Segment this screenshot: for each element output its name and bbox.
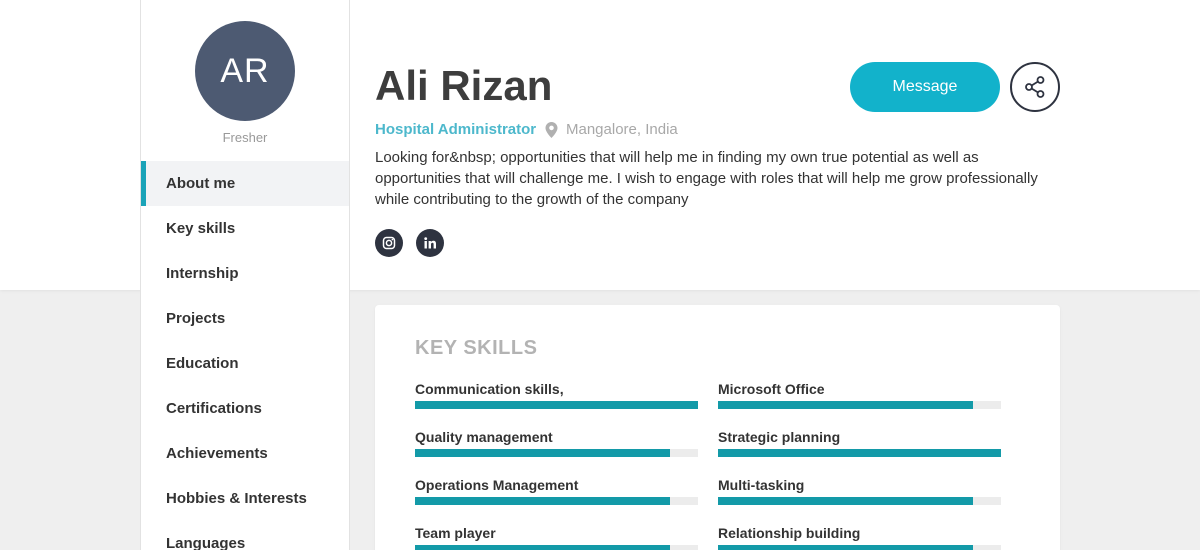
skill-bar-track	[718, 497, 1001, 505]
social-links	[375, 229, 444, 257]
sidebar: AR Fresher About me Key skills Internshi…	[140, 0, 350, 550]
profile-name: Ali Rizan	[375, 62, 553, 109]
share-icon	[1025, 76, 1045, 98]
skill-label: Team player	[415, 525, 496, 541]
skill-bar-fill	[718, 449, 1001, 457]
profile-location: Mangalore, India	[545, 121, 678, 138]
skill-bar-fill	[415, 497, 670, 505]
skill-bar-fill	[718, 545, 973, 550]
skill-label: Relationship building	[718, 525, 861, 541]
skill-bar-fill	[415, 401, 698, 409]
location-text: Mangalore, India	[566, 121, 678, 138]
skill-bar-track	[718, 401, 1001, 409]
map-pin-icon	[545, 121, 558, 138]
skill-item: Strategic planning	[718, 428, 1001, 457]
skill-item: Multi-tasking	[718, 476, 1001, 505]
skill-bar-track	[718, 449, 1001, 457]
skill-item: Communication skills,	[415, 380, 698, 409]
sidebar-item-about-me[interactable]: About me	[141, 161, 349, 206]
share-button[interactable]	[1010, 62, 1060, 112]
skill-item: Operations Management	[415, 476, 698, 505]
key-skills-title: KEY SKILLS	[415, 337, 538, 359]
skill-item: Relationship building	[718, 524, 1001, 550]
skill-item: Quality management	[415, 428, 698, 457]
sidebar-item-education[interactable]: Education	[141, 341, 349, 386]
skill-bar-fill	[415, 545, 670, 550]
skill-item: Team player	[415, 524, 698, 550]
skill-bar-track	[415, 401, 698, 409]
skill-label: Quality management	[415, 429, 553, 445]
skill-label: Strategic planning	[718, 429, 841, 445]
skill-label: Multi-tasking	[718, 477, 805, 493]
skill-bar-track	[718, 545, 1001, 550]
linkedin-icon[interactable]	[416, 229, 444, 257]
skill-bar-fill	[415, 449, 670, 457]
sidebar-item-hobbies[interactable]: Hobbies & Interests	[141, 476, 349, 521]
skill-bar-track	[415, 449, 698, 457]
skill-item: Microsoft Office	[718, 380, 1001, 409]
skill-bar-fill	[718, 401, 973, 409]
skill-label: Operations Management	[415, 477, 579, 493]
skill-bar-fill	[718, 497, 973, 505]
key-skills-card: KEY SKILLS Communication skills, Microsof…	[375, 305, 1060, 550]
sidebar-item-languages[interactable]: Languages	[141, 521, 349, 550]
profile-bio: Looking for&nbsp; opportunities that wil…	[375, 149, 1038, 208]
sidebar-item-internship[interactable]: Internship	[141, 251, 349, 296]
skill-bar-track	[415, 545, 698, 550]
avatar: AR	[195, 21, 295, 121]
sidebar-item-certifications[interactable]: Certifications	[141, 386, 349, 431]
skill-bar-track	[415, 497, 698, 505]
experience-status: Fresher	[222, 130, 268, 145]
message-button[interactable]: Message	[850, 62, 1000, 112]
sidebar-item-projects[interactable]: Projects	[141, 296, 349, 341]
skill-label: Communication skills,	[415, 381, 564, 397]
sidebar-item-achievements[interactable]: Achievements	[141, 431, 349, 476]
instagram-icon[interactable]	[375, 229, 403, 257]
profile-role: Hospital Administrator	[375, 121, 537, 138]
sidebar-item-key-skills[interactable]: Key skills	[141, 206, 349, 251]
sidebar-nav: About me Key skills Internship Projects …	[141, 161, 349, 550]
skill-label: Microsoft Office	[718, 381, 825, 397]
